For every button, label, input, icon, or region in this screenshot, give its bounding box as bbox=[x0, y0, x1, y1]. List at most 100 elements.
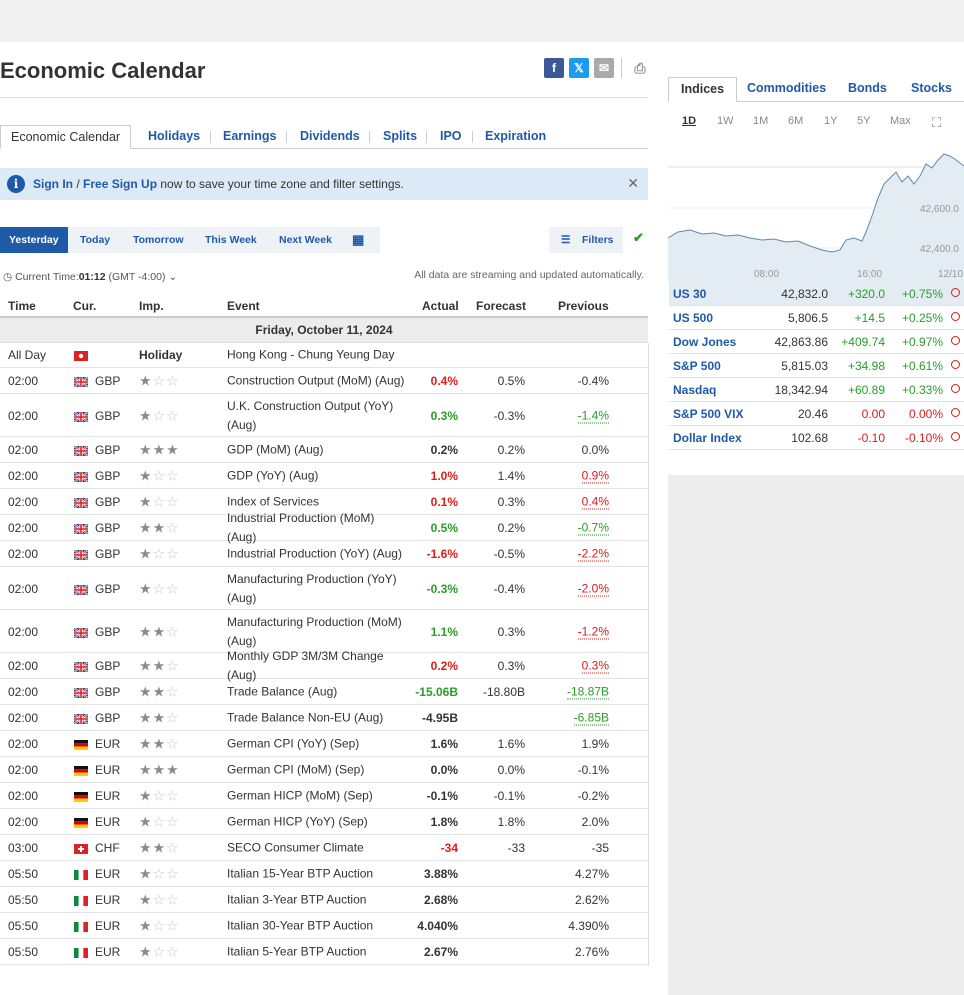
info-icon: i bbox=[7, 175, 25, 193]
index-name[interactable]: Dow Jones bbox=[673, 335, 736, 349]
event-name[interactable]: Trade Balance Non-EU (Aug) bbox=[227, 709, 407, 728]
index-name[interactable]: US 500 bbox=[673, 311, 713, 325]
index-chart[interactable]: 42,600.0 42,400.0 08:00 16:00 12/10 bbox=[667, 142, 964, 282]
period-next-week[interactable]: Next Week bbox=[279, 227, 332, 253]
streaming-note: All data are streaming and updated autom… bbox=[414, 269, 644, 281]
table-header: Time Cur. Imp. Event Actual Forecast Pre… bbox=[0, 294, 648, 318]
range-5y[interactable]: 5Y bbox=[857, 115, 870, 127]
table-row[interactable]: 02:00 GBP ★☆☆ Industrial Production (YoY) (… bbox=[0, 542, 648, 567]
importance-stars: ★☆☆ bbox=[139, 407, 180, 424]
range-1y[interactable]: 1Y bbox=[824, 115, 837, 127]
event-name[interactable]: Construction Output (MoM) (Aug) bbox=[227, 372, 407, 391]
event-name[interactable]: German HICP (MoM) (Sep) bbox=[227, 787, 407, 806]
period-yesterday[interactable]: Yesterday bbox=[0, 227, 68, 253]
table-row[interactable]: 02:00 GBP ★★☆ Monthly GDP 3M/3M Change (Aug… bbox=[0, 649, 648, 682]
tab-splits[interactable]: Splits bbox=[383, 125, 417, 147]
index-name[interactable]: Dollar Index bbox=[673, 431, 742, 445]
importance-stars: ★☆☆ bbox=[139, 944, 180, 961]
event-name[interactable]: German CPI (YoY) (Sep) bbox=[227, 735, 407, 754]
tab-bonds[interactable]: Bonds bbox=[848, 77, 887, 100]
table-row[interactable]: All Day Holiday Hong Kong - Chung Yeung Da… bbox=[0, 343, 648, 368]
event-name[interactable]: U.K. Construction Output (YoY) (Aug) bbox=[227, 397, 407, 435]
index-name[interactable]: Nasdaq bbox=[673, 383, 716, 397]
event-name[interactable]: German HICP (YoY) (Sep) bbox=[227, 813, 407, 832]
index-name[interactable]: S&P 500 VIX bbox=[673, 407, 744, 421]
table-row[interactable]: 05:50 EUR ★☆☆ Italian 30-Year BTP Auction 4.… bbox=[0, 914, 648, 939]
tab-indices[interactable]: Indices bbox=[668, 77, 738, 102]
tab-economic-calendar[interactable]: Economic Calendar bbox=[0, 125, 132, 149]
period-today[interactable]: Today bbox=[80, 227, 110, 253]
range-1m[interactable]: 1M bbox=[753, 115, 768, 127]
period-tomorrow[interactable]: Tomorrow bbox=[133, 227, 184, 253]
table-row[interactable]: 05:50 EUR ★☆☆ Italian 3-Year BTP Auction 2.6… bbox=[0, 888, 648, 913]
event-name[interactable]: GDP (YoY) (Aug) bbox=[227, 467, 407, 486]
tab-commodities[interactable]: Commodities bbox=[747, 77, 826, 100]
event-name[interactable]: Manufacturing Production (MoM) (Aug) bbox=[227, 613, 407, 651]
event-name[interactable]: Italian 3-Year BTP Auction bbox=[227, 891, 407, 910]
table-row[interactable]: 02:00 GBP ★☆☆ U.K. Construction Output (YoY… bbox=[0, 395, 648, 437]
index-row[interactable]: Dollar Index 102.68 -0.10 -0.10% bbox=[669, 426, 964, 450]
event-previous: 0.4% bbox=[581, 494, 609, 510]
table-row[interactable]: 02:00 GBP ★★☆ Trade Balance (Aug) -15.06B -18… bbox=[0, 680, 648, 705]
index-row[interactable]: S&P 500 VIX 20.46 0.00 0.00% bbox=[669, 402, 964, 426]
filters-button[interactable]: ☰ Filters bbox=[549, 227, 623, 253]
event-name[interactable]: GDP (MoM) (Aug) bbox=[227, 441, 407, 460]
email-icon[interactable]: ✉ bbox=[594, 58, 614, 78]
table-row[interactable]: 05:50 EUR ★☆☆ Italian 15-Year BTP Auction 3.… bbox=[0, 862, 648, 887]
event-name[interactable]: Italian 15-Year BTP Auction bbox=[227, 865, 407, 884]
index-row[interactable]: US 30 42,832.0 +320.0 +0.75% bbox=[669, 282, 964, 306]
star-icon: ★ bbox=[139, 839, 153, 856]
star-icon: ★ bbox=[139, 519, 153, 536]
event-name[interactable]: Manufacturing Production (YoY) (Aug) bbox=[227, 570, 407, 608]
table-row[interactable]: 02:00 GBP ★★☆ Trade Balance Non-EU (Aug) -4.… bbox=[0, 706, 648, 731]
importance-stars: ★★☆ bbox=[139, 658, 180, 675]
tab-expiration[interactable]: Expiration bbox=[485, 125, 546, 147]
range-max[interactable]: Max bbox=[890, 115, 911, 127]
tab-stocks[interactable]: Stocks bbox=[911, 77, 952, 100]
table-row[interactable]: 02:00 EUR ★☆☆ German HICP (YoY) (Sep) 1.8% 1.… bbox=[0, 810, 648, 835]
tab-earnings[interactable]: Earnings bbox=[223, 125, 277, 147]
range-6m[interactable]: 6M bbox=[788, 115, 803, 127]
index-row[interactable]: Nasdaq 18,342.94 +60.89 +0.33% bbox=[669, 378, 964, 402]
table-row[interactable]: 05:50 EUR ★☆☆ Italian 5-Year BTP Auction 2.6… bbox=[0, 940, 648, 965]
facebook-icon[interactable]: f bbox=[544, 58, 564, 78]
free-sign-up-link[interactable]: Free Sign Up bbox=[83, 177, 157, 191]
print-icon[interactable]: ⎙ bbox=[630, 58, 650, 78]
current-time[interactable]: ◷ Current Time:01:12 (GMT -4:00) ⌄ bbox=[3, 271, 177, 283]
event-name[interactable]: Italian 5-Year BTP Auction bbox=[227, 943, 407, 962]
range-1w[interactable]: 1W bbox=[717, 115, 734, 127]
range-1d[interactable]: 1D bbox=[682, 115, 696, 127]
table-row[interactable]: 02:00 GBP ★☆☆ Manufacturing Production (YoY… bbox=[0, 568, 648, 610]
table-row[interactable]: 02:00 GBP ★☆☆ GDP (YoY) (Aug) 1.0% 1.4% 0.9% bbox=[0, 464, 648, 489]
x-twitter-icon[interactable]: 𝕏 bbox=[569, 58, 589, 78]
close-icon[interactable]: ✕ bbox=[627, 175, 639, 192]
table-row[interactable]: 02:00 GBP ★★☆ Industrial Production (MoM) (… bbox=[0, 511, 648, 544]
table-row[interactable]: 02:00 GBP ★★★ GDP (MoM) (Aug) 0.2% 0.2% 0.0% bbox=[0, 438, 648, 463]
table-row[interactable]: 02:00 EUR ★★☆ German CPI (YoY) (Sep) 1.6% 1.6… bbox=[0, 732, 648, 757]
table-row[interactable]: 03:00 CHF ★★☆ SECO Consumer Climate -34 -33 -3… bbox=[0, 836, 648, 861]
expand-chart-icon[interactable]: ⛶ bbox=[932, 115, 941, 131]
event-name[interactable]: Trade Balance (Aug) bbox=[227, 683, 407, 702]
index-name[interactable]: US 30 bbox=[673, 287, 706, 301]
table-row[interactable]: 02:00 GBP ★☆☆ Construction Output (MoM) (Au… bbox=[0, 369, 648, 394]
index-row[interactable]: Dow Jones 42,863.86 +409.74 +0.97% bbox=[669, 330, 964, 354]
event-name[interactable]: Industrial Production (YoY) (Aug) bbox=[227, 545, 407, 564]
event-currency: GBP bbox=[95, 374, 121, 388]
table-row[interactable]: 02:00 EUR ★☆☆ German HICP (MoM) (Sep) -0.1% -… bbox=[0, 784, 648, 809]
table-row[interactable]: 02:00 EUR ★★★ German CPI (MoM) (Sep) 0.0% 0.0… bbox=[0, 758, 648, 783]
index-name[interactable]: S&P 500 bbox=[673, 359, 721, 373]
tab-dividends[interactable]: Dividends bbox=[300, 125, 360, 147]
calendar-icon[interactable]: ▦ bbox=[352, 227, 364, 253]
event-name[interactable]: Italian 30-Year BTP Auction bbox=[227, 917, 407, 936]
star-icon: ★ bbox=[139, 441, 153, 458]
event-time: 02:00 bbox=[8, 763, 39, 777]
period-this-week[interactable]: This Week bbox=[205, 227, 257, 253]
event-name[interactable]: Hong Kong - Chung Yeung Day bbox=[227, 346, 407, 365]
tab-holidays[interactable]: Holidays bbox=[148, 125, 200, 147]
sign-in-link[interactable]: Sign In bbox=[33, 177, 73, 191]
event-name[interactable]: German CPI (MoM) (Sep) bbox=[227, 761, 407, 780]
event-name[interactable]: SECO Consumer Climate bbox=[227, 839, 407, 858]
tab-ipo[interactable]: IPO bbox=[440, 125, 462, 147]
index-row[interactable]: US 500 5,806.5 +14.5 +0.25% bbox=[669, 306, 964, 330]
index-row[interactable]: S&P 500 5,815.03 +34.98 +0.61% bbox=[669, 354, 964, 378]
